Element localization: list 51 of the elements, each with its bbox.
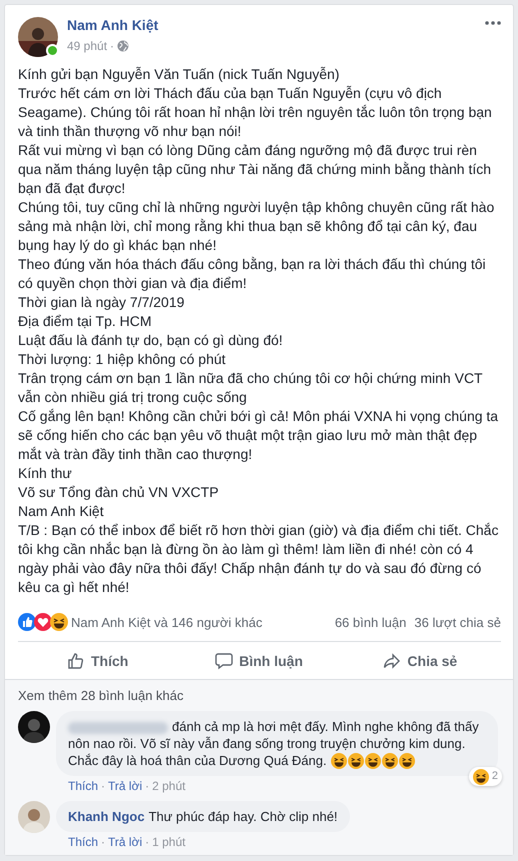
thumbs-up-icon bbox=[18, 613, 36, 631]
post-text: Luật đấu là đánh tự do, bạn có gì dùng đó! bbox=[18, 331, 284, 350]
more-options-icon[interactable] bbox=[485, 21, 501, 25]
post-text: Võ sư Tổng đàn chủ VN VXCTP bbox=[18, 483, 220, 502]
post-text: Địa điểm tại Tp. HCM bbox=[18, 312, 153, 331]
more-comments-link[interactable]: Xem thêm 28 bình luận khác bbox=[18, 688, 501, 703]
comment-text: đánh cả mp là hơi mệt đấy. Mình nghe không đã thấy nôn nao rồi. Võ sĩ này vẫn đang sống trong truyện chưởng kim dung. bbox=[68, 719, 479, 751]
separator-dot: · bbox=[145, 779, 150, 793]
laughing-face-icon bbox=[50, 613, 68, 631]
comment-time: 1 phút bbox=[152, 835, 186, 849]
comment-text: Thư phúc đáp hay. Chờ clip nhé! bbox=[148, 809, 338, 824]
post-text: Trước hết cám ơn lời Thách đấu của bạn Tuấn Nguyễn (cựu vô địch Seagame). Chúng tôi rất hoan hỉ nhận lời trên nguyên tắc luôn tôn trọng bạn và tinh thần thượng võ như bạn nói! bbox=[18, 84, 493, 141]
reaction-badge[interactable]: 2 bbox=[468, 767, 502, 786]
reply-link[interactable]: Trả lời bbox=[108, 779, 142, 793]
post-text: Nam Anh Kiệt bbox=[18, 502, 105, 521]
separator-dot: · bbox=[110, 39, 114, 53]
post-time[interactable]: 49 phút bbox=[67, 39, 108, 53]
share-arrow-icon bbox=[383, 652, 402, 668]
like-link[interactable]: Thích bbox=[68, 835, 98, 849]
commenter-name[interactable]: Khanh Ngoc bbox=[68, 809, 145, 824]
comment-button[interactable]: Bình luận bbox=[178, 642, 340, 679]
share-button[interactable]: Chia sẻ bbox=[340, 642, 501, 679]
post-text: Thời gian là ngày 7/7/2019 bbox=[18, 293, 186, 312]
like-link[interactable]: Thích bbox=[68, 779, 98, 793]
globe-icon bbox=[117, 40, 130, 52]
post-text: Kính thư bbox=[18, 464, 73, 483]
post-text: Cố gắng lên bạn! Không cần chửi bới gì cả! Môn phái VXNA hi vọng chúng ta sẽ cống hiến cho các bạn yêu võ thuật một trận giao lưu mở màn thật đẹp mắt và tràn đầy tinh thần cao thượng! bbox=[18, 407, 499, 464]
post-text: Theo đúng văn hóa thách đấu công bằng, bạn ra lời thách đấu thì chúng tôi có quyền chọn thời gian và địa điểm! bbox=[18, 255, 487, 293]
commenter-avatar[interactable] bbox=[18, 711, 50, 743]
comment-time: 2 phút bbox=[152, 779, 186, 793]
laughing-face-icon bbox=[472, 768, 489, 784]
post-text: Kính gửi bạn Nguyễn Văn Tuấn (nick Tuấn Nguyễn) bbox=[18, 65, 340, 84]
post-text: Chúng tôi, tuy cũng chỉ là những người luyện tập không chuyên cũng rất hào sảng mà nhận lời, chỉ mong rằng khi thua bạn sẽ không đổ tại cân ký, đau bụng hay lý do gì khác bạn nhé! bbox=[18, 198, 496, 255]
post-text: Thời lượng: 1 hiệp không có phút bbox=[18, 350, 227, 369]
post-text: T/B : Bạn có thể inbox để biết rõ hơn thời gian (giờ) và địa điểm chi tiết. Chắc tôi khg cần nhắc bạn là đừng ồn ào làm gì thêm! làm liền đi nhé! còn có 4 ngày phải vào đây nữa thôi đấy! Chấp nhận đánh tự do và sau đó đừng có kêu ca gì hết nhé! bbox=[18, 521, 499, 597]
comment-count[interactable]: 66 bình luận bbox=[334, 614, 406, 630]
reaction-summary[interactable]: Nam Anh Kiệt và 146 người khác bbox=[71, 614, 327, 630]
reaction-count: 2 bbox=[492, 769, 498, 784]
post-text: Rất vui mừng vì bạn có lòng Dũng cảm đáng ngưỡng mộ đã được trui rèn qua năm tháng luyện tập cũng như Tài năng đã chứng minh bằng thành tích bạn đã đạt được! bbox=[18, 141, 492, 198]
speech-bubble-icon bbox=[215, 652, 234, 670]
separator-dot: · bbox=[145, 835, 150, 849]
like-button[interactable]: Thích bbox=[17, 642, 178, 679]
comment-text: Chắc đây là hoá thân của Dương Quá Đáng. bbox=[68, 752, 327, 769]
share-count[interactable]: 36 lượt chia sẻ bbox=[414, 614, 501, 630]
separator-dot: · bbox=[101, 779, 106, 793]
separator-dot: · bbox=[101, 835, 106, 849]
avatar[interactable] bbox=[18, 17, 58, 57]
post-text: Trân trọng cám ơn bạn 1 lần nữa đã cho chúng tôi cơ hội chứng minh VCT vẫn còn nhiều giá trị trong cuộc sống bbox=[18, 369, 484, 407]
reply-link[interactable]: Trả lời bbox=[108, 835, 142, 849]
author-name[interactable]: Nam Anh Kiệt bbox=[67, 17, 158, 33]
thumbs-up-icon bbox=[66, 652, 85, 670]
